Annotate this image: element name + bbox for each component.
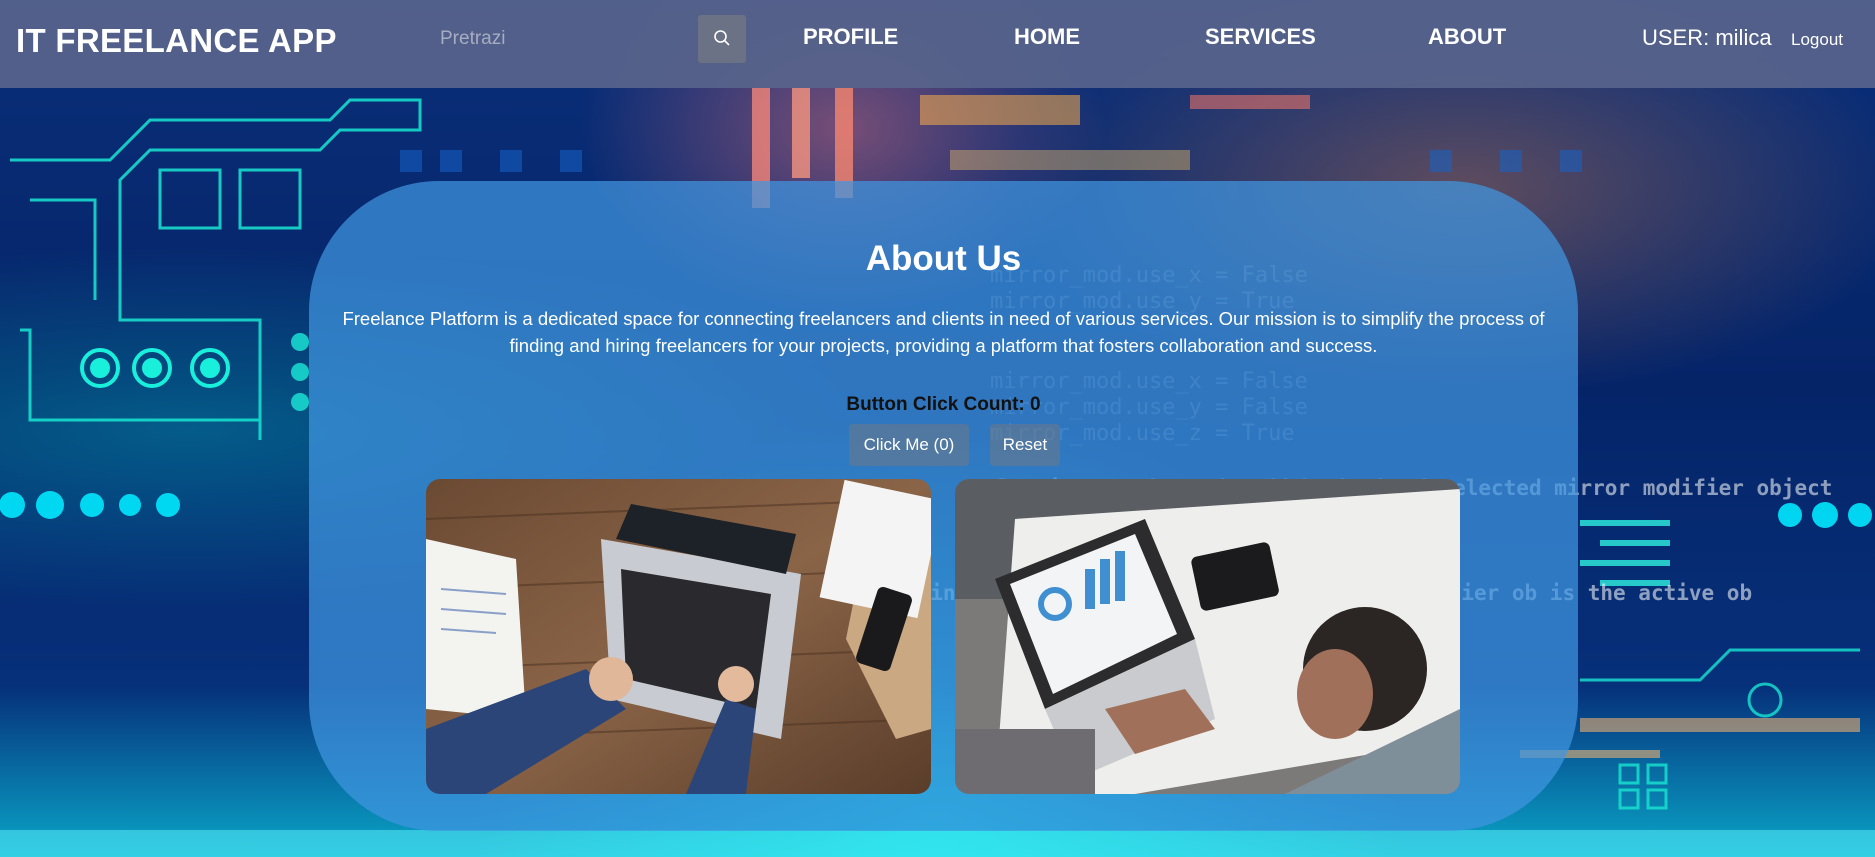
top-navbar: IT FREELANCE APP PROFILE HOME SERVICES A… — [0, 0, 1875, 88]
about-description: Freelance Platform is a dedicated space … — [342, 308, 1545, 356]
about-card: About Us Freelance Platform is a dedicat… — [309, 181, 1578, 831]
click-me-button[interactable]: Click Me (0) — [849, 424, 969, 466]
laptop-desk-photo — [426, 479, 931, 794]
nav-services[interactable]: SERVICES — [1205, 24, 1316, 50]
search-button[interactable] — [698, 15, 746, 63]
search-icon — [713, 29, 731, 50]
man-laptop-photo — [955, 479, 1460, 794]
nav-about[interactable]: ABOUT — [1428, 24, 1506, 50]
nav-profile[interactable]: PROFILE — [803, 24, 898, 50]
page-title: About Us — [865, 239, 1022, 278]
current-user-label: USER: milica — [1642, 25, 1772, 50]
reset-button[interactable]: Reset — [990, 424, 1060, 466]
search-input[interactable] — [430, 16, 695, 62]
click-count-text: Button Click Count: 0 — [846, 394, 1041, 415]
logout-button[interactable]: Logout — [1791, 30, 1843, 50]
nav-home[interactable]: HOME — [1014, 24, 1080, 50]
brand-title[interactable]: IT FREELANCE APP — [16, 22, 337, 60]
